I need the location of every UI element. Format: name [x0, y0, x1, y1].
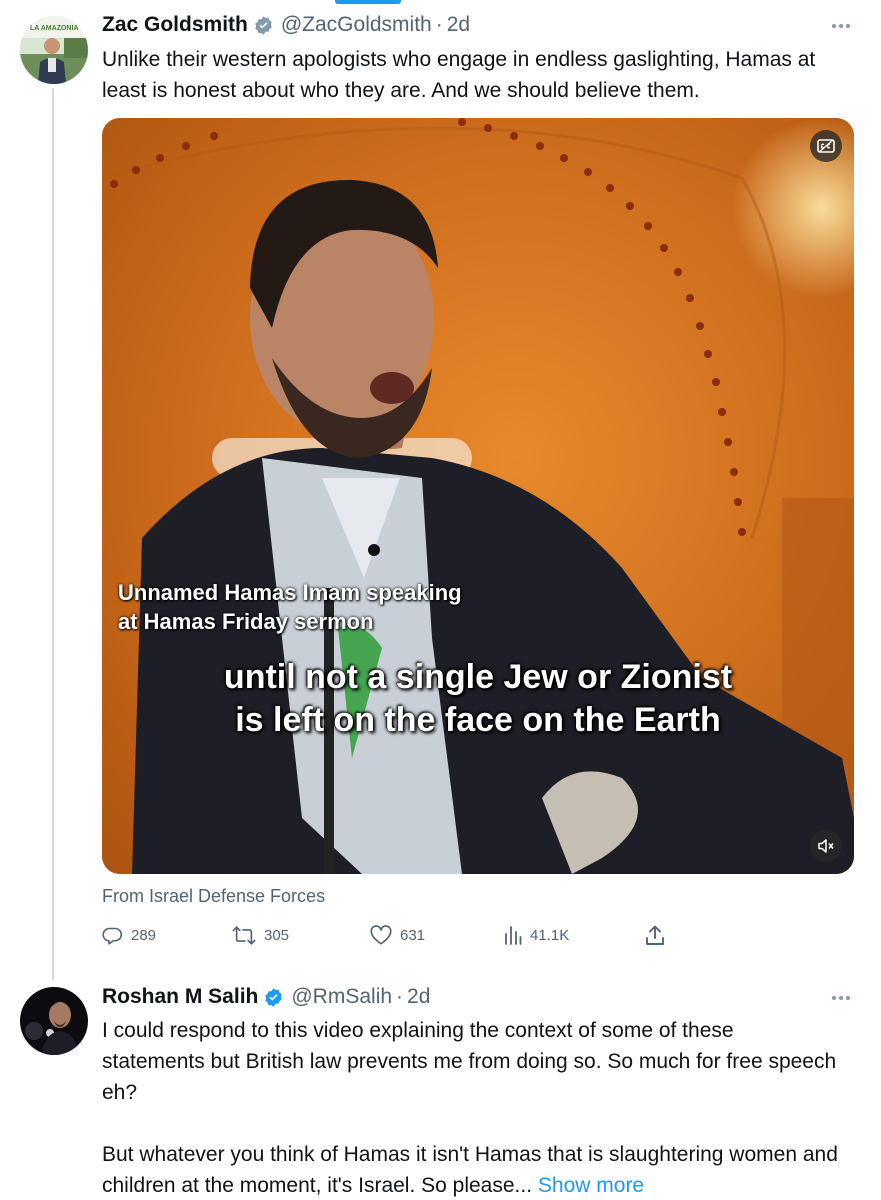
like-button[interactable]: 631 — [370, 920, 425, 950]
tweet-header: Roshan M Salih @RmSalih · 2d — [102, 982, 430, 1012]
svg-text:LA AMAZONIA: LA AMAZONIA — [30, 25, 78, 32]
more-options-icon[interactable] — [829, 14, 853, 38]
caption-small-line-1: Unnamed Hamas Imam speaking — [118, 580, 462, 605]
mute-icon[interactable] — [810, 830, 842, 862]
author-handle[interactable]: @ZacGoldsmith — [281, 13, 432, 37]
tweet-paragraph-1: I could respond to this video explaining… — [102, 1019, 837, 1104]
video-caption-small: Unnamed Hamas Imam speaking at Hamas Fri… — [118, 578, 462, 636]
video-player[interactable]: Unnamed Hamas Imam speaking at Hamas Fri… — [102, 118, 854, 874]
view-count: 41.1K — [530, 926, 570, 944]
tweet-header: Zac Goldsmith @ZacGoldsmith · 2d — [102, 10, 470, 40]
verified-badge-icon — [253, 15, 274, 36]
timestamp[interactable]: 2d — [407, 985, 430, 1009]
verified-badge-icon — [263, 987, 284, 1008]
reply-count: 289 — [131, 926, 157, 944]
author-name[interactable]: Roshan M Salih — [102, 985, 258, 1009]
share-icon — [646, 925, 664, 945]
captions-icon[interactable] — [810, 130, 842, 162]
subtitle-line-1: until not a single Jew or Zionist — [223, 658, 733, 696]
tweet-actions-bar: 289 305 631 41.1K — [102, 920, 682, 950]
author-name[interactable]: Zac Goldsmith — [102, 13, 248, 37]
retweet-icon — [232, 925, 256, 945]
tweet-paragraph-2-text: But whatever you think of Hamas it isn't… — [102, 1143, 838, 1197]
views-icon — [505, 926, 522, 945]
video-caption-subtitle: until not a single Jew or Zionist is lef… — [102, 656, 854, 742]
tweet-roshan-salih[interactable]: Roshan M Salih @RmSalih · 2d I could res… — [0, 975, 881, 1200]
share-button[interactable] — [645, 920, 673, 950]
tweet-paragraph-2: But whatever you think of Hamas it isn't… — [102, 1139, 842, 1200]
retweet-count: 305 — [264, 926, 290, 944]
views-button[interactable]: 41.1K — [504, 920, 569, 950]
separator-dot: · — [435, 13, 443, 36]
reply-button[interactable]: 289 — [102, 920, 156, 950]
media-source-attribution[interactable]: From Israel Defense Forces — [102, 886, 325, 907]
more-options-icon[interactable] — [829, 986, 853, 1010]
separator-dot: · — [396, 985, 404, 1008]
tweet-text: Unlike their western apologists who enga… — [102, 48, 816, 102]
subtitle-line-2: is left on the face on the Earth — [235, 701, 721, 739]
tweet-text: I could respond to this video explaining… — [102, 1015, 842, 1200]
timestamp[interactable]: 2d — [447, 13, 470, 37]
show-more-link[interactable]: Show more — [538, 1174, 644, 1197]
retweet-button[interactable]: 305 — [232, 920, 289, 950]
like-icon — [370, 924, 392, 945]
author-handle[interactable]: @RmSalih — [291, 985, 392, 1009]
tweet-zac-goldsmith[interactable]: LA AMAZONIA Zac Goldsmith @ZacGoldsmith … — [0, 0, 881, 975]
reply-icon — [102, 927, 123, 945]
like-count: 631 — [400, 926, 426, 944]
avatar[interactable] — [20, 987, 88, 1055]
video-frame — [102, 118, 854, 874]
avatar[interactable]: LA AMAZONIA — [20, 16, 88, 84]
caption-small-line-2: at Hamas Friday sermon — [118, 609, 374, 634]
